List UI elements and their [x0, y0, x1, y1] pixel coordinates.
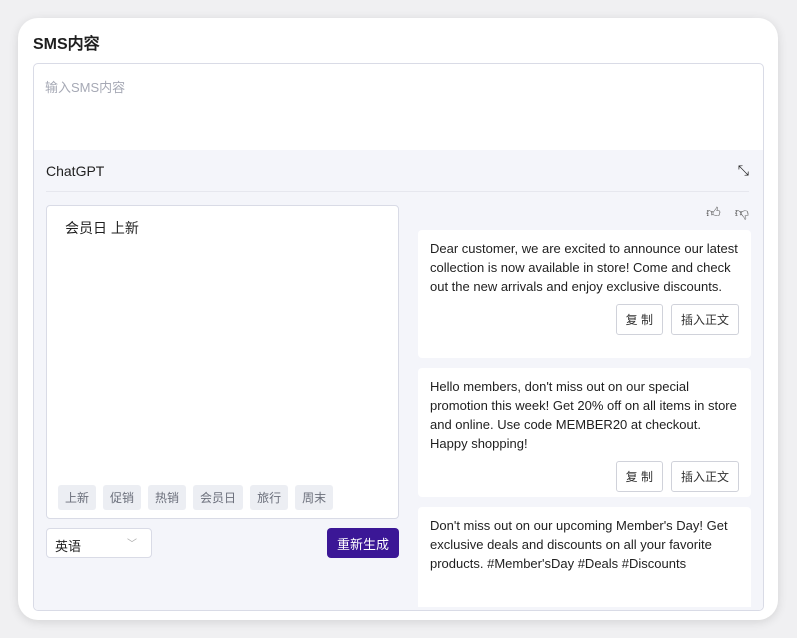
- copy-button[interactable]: 复 制: [615, 304, 663, 335]
- insert-button[interactable]: 插入正文: [670, 461, 739, 492]
- thumbs-up-icon[interactable]: 👍︎: [706, 204, 721, 221]
- chatgpt-title: ChatGPT: [46, 163, 105, 179]
- response-text: Don't miss out on our upcoming Member's …: [430, 518, 728, 571]
- response-text: Hello members, don't miss out on our spe…: [430, 379, 737, 451]
- chevron-down-icon: ﹀: [127, 539, 137, 550]
- prompt-text[interactable]: 会员日 上新: [65, 218, 139, 238]
- tag[interactable]: 会员日: [193, 485, 244, 510]
- collapse-icon[interactable]: ⤡: [738, 162, 749, 179]
- response-card: Hello members, don't miss out on our spe…: [418, 368, 751, 497]
- section-title: SMS内容: [33, 36, 100, 53]
- insert-button[interactable]: 插入正文: [670, 304, 739, 335]
- tag-list: 上新 促销 热销 会员日 旅行 周末: [58, 485, 334, 510]
- chatgpt-panel: ChatGPT ⤡ 会员日 上新 上新 促销 热销 会员日 旅行 周末 英语 ﹀…: [34, 150, 763, 610]
- thumbs-down-icon[interactable]: 👎︎: [735, 204, 749, 221]
- copy-button[interactable]: 复 制: [615, 461, 663, 492]
- tag[interactable]: 促销: [103, 485, 142, 510]
- regenerate-button[interactable]: 重新生成: [327, 528, 399, 558]
- divider: [46, 191, 749, 192]
- response-text: Dear customer, we are excited to announc…: [430, 241, 738, 294]
- tag[interactable]: 旅行: [250, 485, 289, 510]
- language-value: 英语: [55, 539, 82, 554]
- tag[interactable]: 周末: [295, 485, 334, 510]
- prompt-input[interactable]: 会员日 上新 上新 促销 热销 会员日 旅行 周末: [46, 205, 399, 519]
- tag[interactable]: 热销: [148, 485, 187, 510]
- feedback: 👍︎ 👎︎: [706, 204, 749, 221]
- tag[interactable]: 上新: [58, 485, 97, 510]
- response-card: Dear customer, we are excited to announc…: [418, 230, 751, 358]
- language-select[interactable]: 英语 ﹀: [46, 528, 152, 558]
- response-card: Don't miss out on our upcoming Member's …: [418, 507, 751, 607]
- sms-content-field[interactable]: 输入SMS内容 ChatGPT ⤡ 会员日 上新 上新 促销 热销 会员日 旅行…: [33, 63, 764, 611]
- sms-input-placeholder[interactable]: 输入SMS内容: [45, 77, 125, 96]
